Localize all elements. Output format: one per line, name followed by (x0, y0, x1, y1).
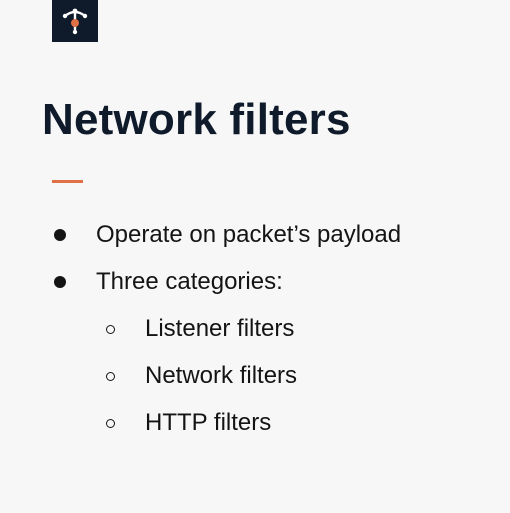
sub-bullet-text: Listener filters (145, 315, 295, 342)
bullet-dot-icon (54, 229, 66, 241)
bullet-dot-icon (54, 276, 66, 288)
sub-bullet-item: HTTP filters (106, 411, 271, 435)
sub-bullet-circle-icon (106, 418, 115, 428)
sub-bullet-text: Network filters (145, 362, 298, 389)
bullet-item: Operate on packet’s payload (54, 223, 401, 247)
bullet-item: Three categories: (54, 270, 283, 294)
bullet-list: Operate on packet’s payload Three catego… (0, 0, 510, 513)
sub-bullet-text: HTTP filters (145, 409, 272, 436)
bullet-text: Three categories: (96, 268, 283, 295)
sub-bullet-circle-icon (106, 324, 115, 334)
sub-bullet-circle-icon (106, 371, 115, 381)
bullet-text: Operate on packet’s payload (96, 221, 402, 248)
sub-bullet-item: Network filters (106, 364, 297, 388)
slide: Network filters Operate on packet’s payl… (0, 0, 510, 513)
sub-bullet-item: Listener filters (106, 317, 294, 341)
